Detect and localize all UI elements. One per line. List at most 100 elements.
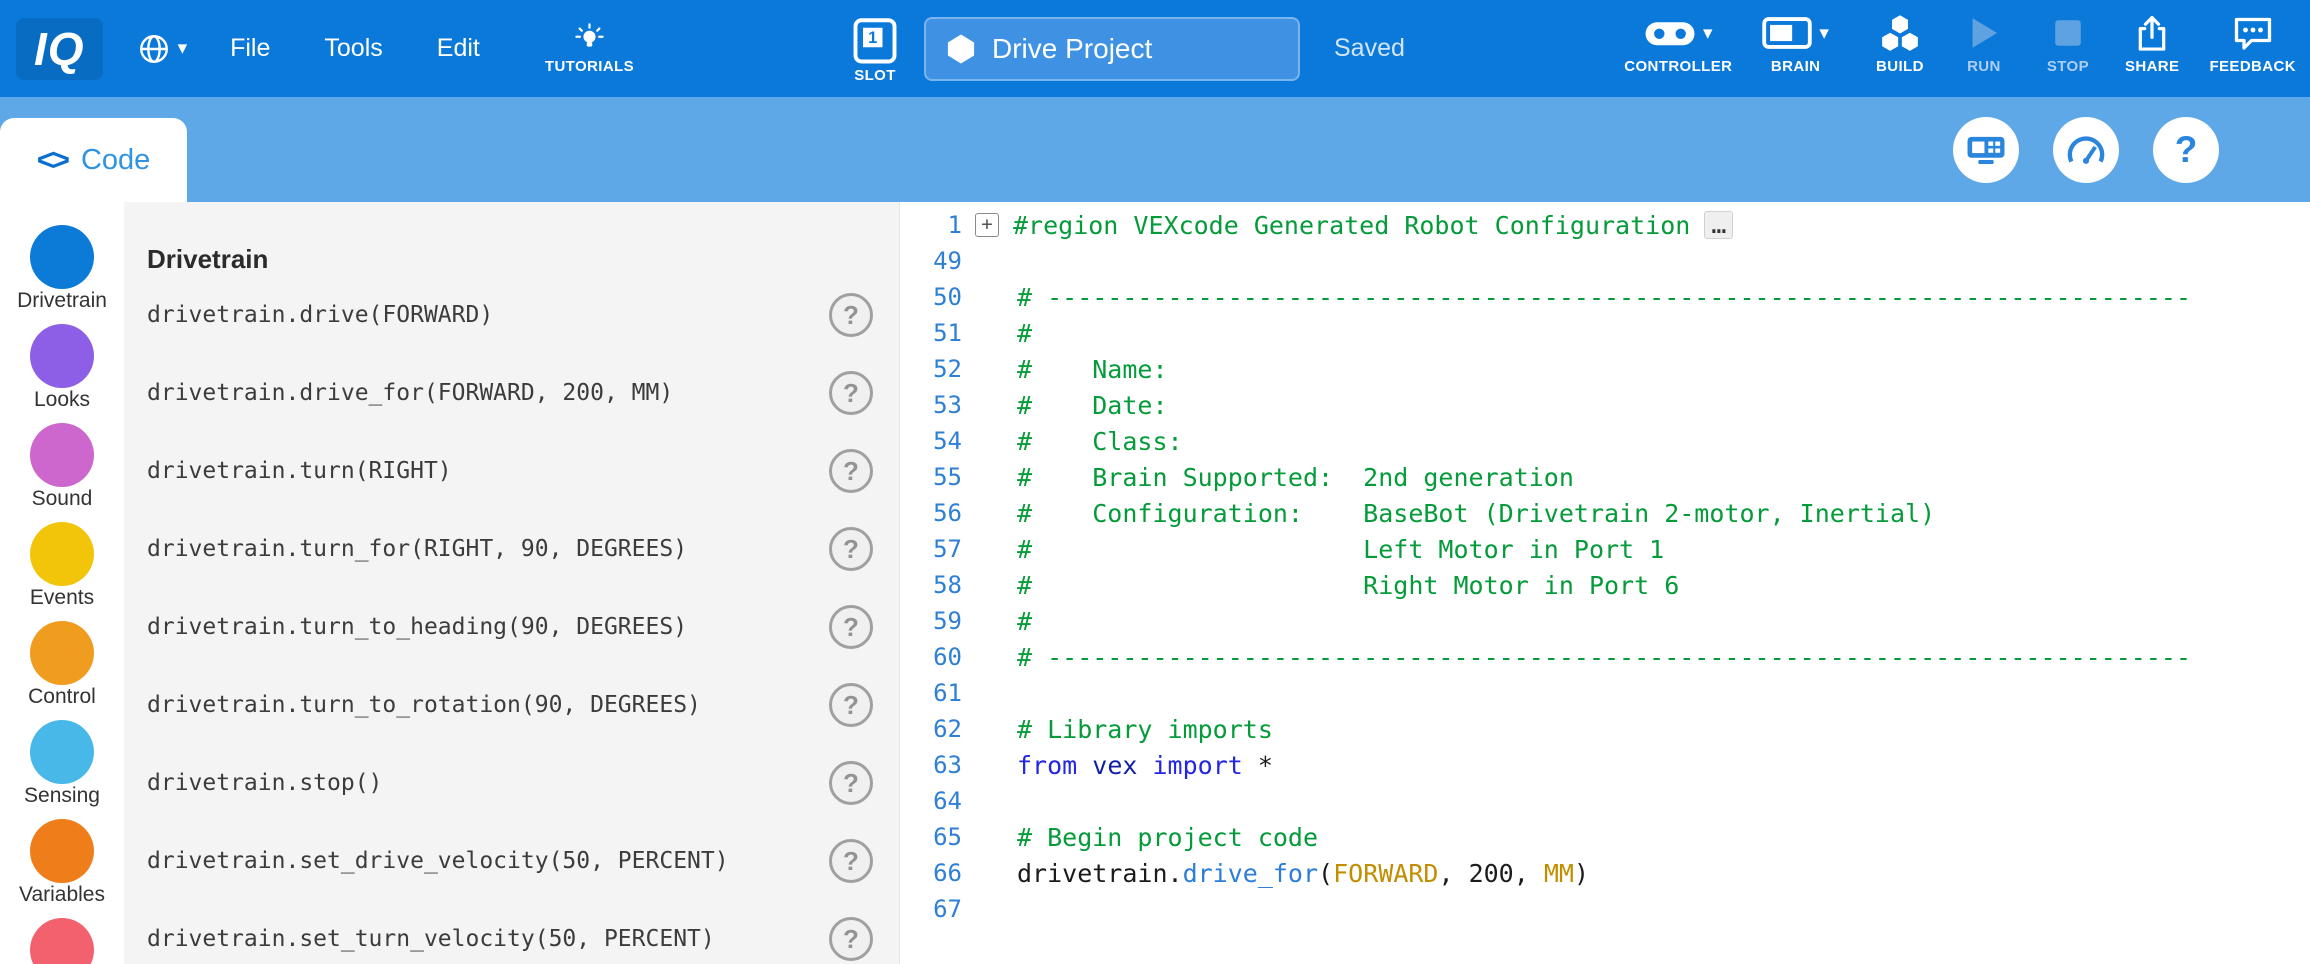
code-line[interactable]: 50# ------------------------------------… xyxy=(900,279,2310,315)
command-row[interactable]: drivetrain.set_drive_velocity(50, PERCEN… xyxy=(147,822,873,900)
menu-file[interactable]: File xyxy=(203,34,297,63)
line-number: 66 xyxy=(900,859,962,887)
code-line[interactable]: 49 xyxy=(900,243,2310,279)
category-control[interactable]: Control xyxy=(28,621,96,708)
category-looks[interactable]: Looks xyxy=(30,324,94,411)
category-label: Events xyxy=(30,587,94,609)
category-drivetrain[interactable]: Drivetrain xyxy=(17,225,107,312)
command-help-button[interactable]: ? xyxy=(829,761,873,805)
fold-toggle-icon[interactable]: + xyxy=(975,213,999,237)
dashboard-button[interactable] xyxy=(2053,117,2119,183)
code-line[interactable]: 67 xyxy=(900,891,2310,927)
code-line[interactable]: 52# Name: xyxy=(900,351,2310,387)
command-help-button[interactable]: ? xyxy=(829,605,873,649)
toolbar-left-group: IQ ▾ FileToolsEdit TUTORIALS xyxy=(0,0,634,97)
build-button[interactable]: BUILD xyxy=(1873,11,1927,75)
category-variables[interactable]: Variables xyxy=(19,819,105,906)
project-name-button[interactable]: Drive Project xyxy=(924,17,1300,81)
code-line[interactable]: 53# Date: xyxy=(900,387,2310,423)
controller-icon xyxy=(1644,16,1696,50)
command-help-button[interactable]: ? xyxy=(829,293,873,337)
lightbulb-icon xyxy=(573,23,606,56)
command-row[interactable]: drivetrain.set_turn_velocity(50, PERCENT… xyxy=(147,900,873,964)
build-icon xyxy=(1880,14,1920,52)
feedback-button[interactable]: FEEDBACK xyxy=(2209,11,2296,75)
command-row[interactable]: drivetrain.stop()? xyxy=(147,744,873,822)
code-line[interactable]: 51# xyxy=(900,315,2310,351)
code-editor[interactable]: 1+#region VEXcode Generated Robot Config… xyxy=(900,202,2310,964)
language-selector[interactable]: ▾ xyxy=(137,32,188,66)
command-row[interactable]: drivetrain.drive_for(FORWARD, 200, MM)? xyxy=(147,354,873,432)
code-text: # Class: xyxy=(1017,427,1183,456)
category-color-dot xyxy=(30,423,94,487)
code-line[interactable]: 56# Configuration: BaseBot (Drivetrain 2… xyxy=(900,495,2310,531)
code-line[interactable]: 1+#region VEXcode Generated Robot Config… xyxy=(900,207,2310,243)
command-help-button[interactable]: ? xyxy=(829,683,873,727)
tab-action-buttons: ? xyxy=(1953,117,2219,183)
category-sensing[interactable]: Sensing xyxy=(24,720,100,807)
menu-tools[interactable]: Tools xyxy=(297,34,409,63)
command-help-button[interactable]: ? xyxy=(829,371,873,415)
stop-button[interactable]: STOP xyxy=(2041,11,2095,75)
command-row[interactable]: drivetrain.turn(RIGHT)? xyxy=(147,432,873,510)
code-line[interactable]: 54# Class: xyxy=(900,423,2310,459)
command-help-button[interactable]: ? xyxy=(829,839,873,883)
line-number: 52 xyxy=(900,355,962,383)
menu-edit[interactable]: Edit xyxy=(410,34,507,63)
command-help-button[interactable]: ? xyxy=(829,449,873,493)
chevron-down-icon: ▾ xyxy=(1819,24,1829,43)
code-line[interactable]: 64 xyxy=(900,783,2310,819)
code-line[interactable]: 60# ------------------------------------… xyxy=(900,639,2310,675)
command-text: drivetrain.drive(FORWARD) xyxy=(147,302,493,328)
feedback-bubble-icon xyxy=(2233,15,2273,51)
code-line[interactable]: 55# Brain Supported: 2nd generation xyxy=(900,459,2310,495)
tutorials-button[interactable]: TUTORIALS xyxy=(545,23,634,75)
device-ports-icon xyxy=(1966,132,2006,168)
slot-selector[interactable]: 1 SLOT xyxy=(852,14,898,84)
code-text: # --------------------------------------… xyxy=(1017,283,2191,312)
code-text: # Begin project code xyxy=(1017,823,1318,852)
command-row[interactable]: drivetrain.turn_to_heading(90, DEGREES)? xyxy=(147,588,873,666)
code-line[interactable]: 58# Right Motor in Port 6 xyxy=(900,567,2310,603)
code-line[interactable]: 66drivetrain.drive_for(FORWARD, 200, MM) xyxy=(900,855,2310,891)
command-text: drivetrain.drive_for(FORWARD, 200, MM) xyxy=(147,380,673,406)
code-line[interactable]: 61 xyxy=(900,675,2310,711)
command-help-button[interactable]: ? xyxy=(829,917,873,961)
line-number: 64 xyxy=(900,787,962,815)
code-line[interactable]: 57# Left Motor in Port 1 xyxy=(900,531,2310,567)
help-button[interactable]: ? xyxy=(2153,117,2219,183)
line-number: 63 xyxy=(900,751,962,779)
line-number: 59 xyxy=(900,607,962,635)
category-events[interactable]: Events xyxy=(30,522,94,609)
tab-code[interactable]: <> Code xyxy=(0,118,187,202)
category-sound[interactable]: Sound xyxy=(30,423,94,510)
code-line[interactable]: 62# Library imports xyxy=(900,711,2310,747)
menu-bar: FileToolsEdit xyxy=(203,34,507,63)
command-help-button[interactable]: ? xyxy=(829,527,873,571)
category-more[interactable] xyxy=(30,918,94,964)
line-number: 65 xyxy=(900,823,962,851)
code-text: # Brain Supported: 2nd generation xyxy=(1017,463,1574,492)
globe-icon xyxy=(137,32,171,66)
command-row[interactable]: drivetrain.drive(FORWARD)? xyxy=(147,276,873,354)
line-number: 60 xyxy=(900,643,962,671)
controller-button[interactable]: ▾ CONTROLLER xyxy=(1624,11,1732,75)
category-color-dot xyxy=(30,324,94,388)
code-line[interactable]: 63from vex import * xyxy=(900,747,2310,783)
brain-button[interactable]: ▾ BRAIN xyxy=(1762,11,1829,75)
vex-iq-logo: IQ xyxy=(16,18,103,80)
run-button[interactable]: RUN xyxy=(1957,11,2011,75)
category-color-dot xyxy=(30,621,94,685)
line-number: 49 xyxy=(900,247,962,275)
folded-region-ellipsis[interactable]: … xyxy=(1704,211,1733,239)
command-row[interactable]: drivetrain.turn_for(RIGHT, 90, DEGREES)? xyxy=(147,510,873,588)
share-button[interactable]: SHARE xyxy=(2125,11,2180,75)
code-line[interactable]: 59# xyxy=(900,603,2310,639)
code-text: # Date: xyxy=(1017,391,1168,420)
command-row[interactable]: drivetrain.turn_to_rotation(90, DEGREES)… xyxy=(147,666,873,744)
device-info-button[interactable] xyxy=(1953,117,2019,183)
run-label: RUN xyxy=(1967,58,2001,75)
category-color-dot xyxy=(30,522,94,586)
code-line[interactable]: 65 # Begin project code xyxy=(900,819,2310,855)
category-color-dot xyxy=(30,819,94,883)
